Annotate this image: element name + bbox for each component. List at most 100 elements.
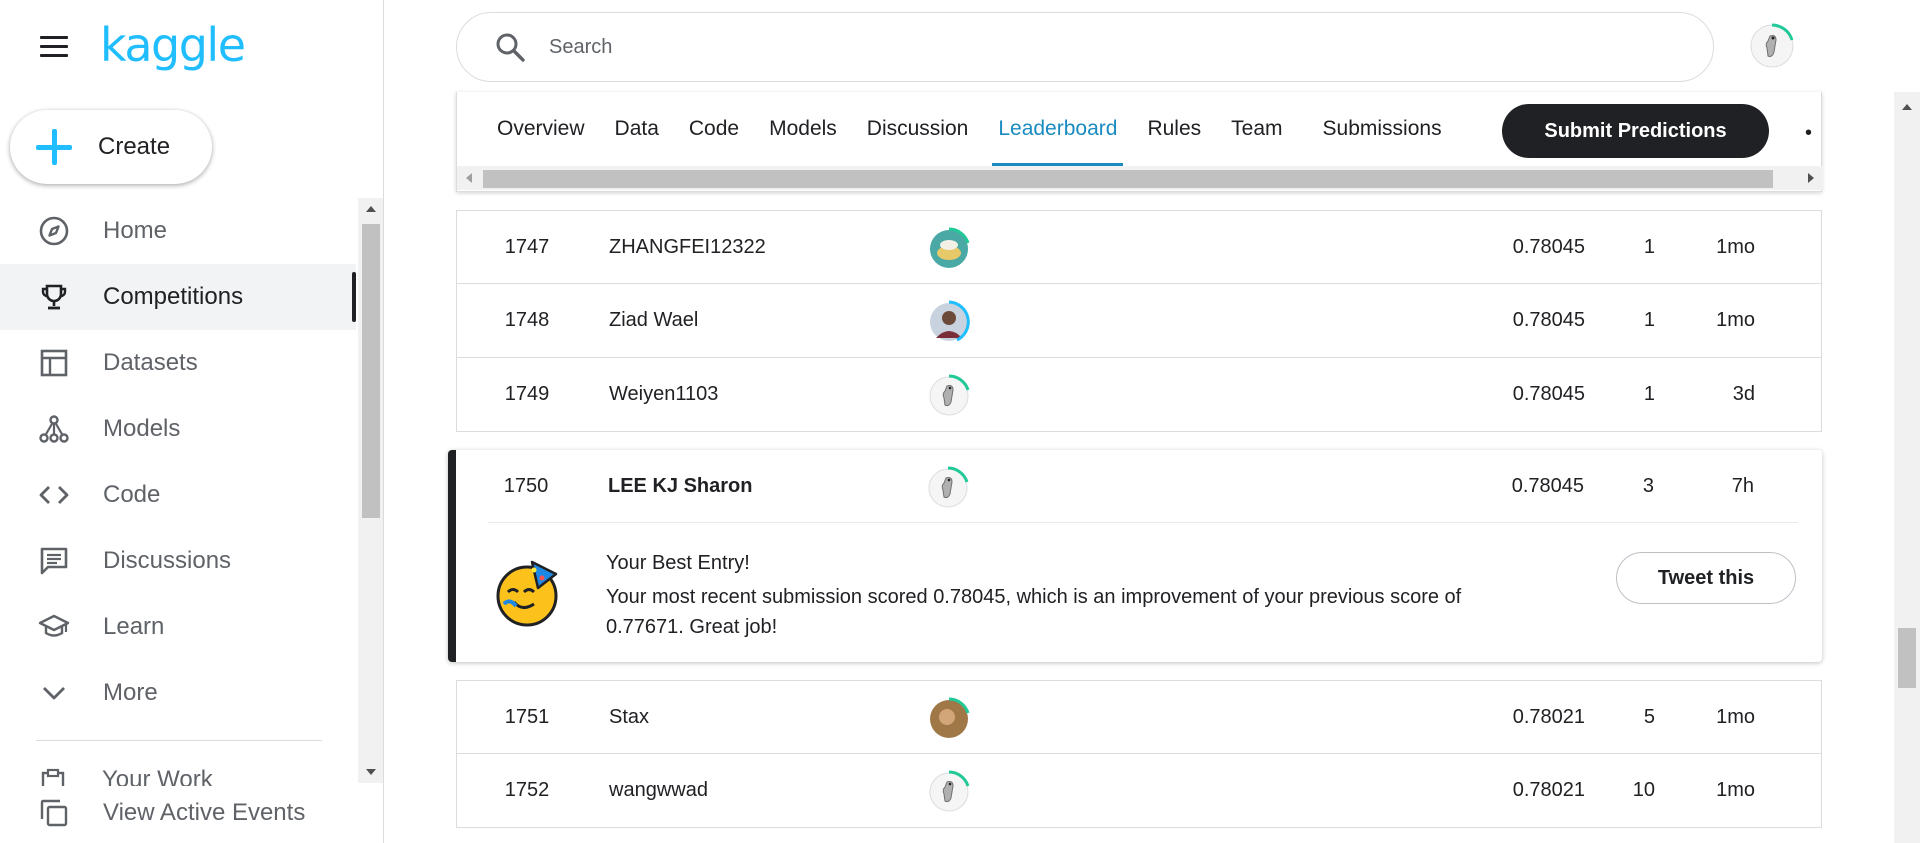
sidebar-item-label: More [103,679,158,706]
sidebar-item-datasets[interactable]: Datasets [0,330,356,396]
sidebar-item-competitions[interactable]: Competitions [0,264,356,330]
page-scrollbar[interactable] [1894,92,1920,843]
view-active-events-button[interactable]: View Active Events [0,790,383,836]
tab-data[interactable]: Data [615,92,659,166]
sidebar-item-label: Home [103,217,168,244]
best-entry-title: Your Best Entry! [606,552,750,574]
goose-avatar-icon[interactable] [927,770,971,814]
submit-predictions-button[interactable]: Submit Predictions [1502,104,1769,158]
table-row[interactable]: 1749 Weiyen1103 0.78045 1 3d [456,358,1822,432]
rank-cell: 1748 [504,309,550,331]
goose-avatar-icon[interactable] [926,466,970,510]
photo-avatar-icon[interactable] [927,300,971,344]
scroll-up-icon[interactable] [1902,104,1912,110]
school-icon [37,610,71,644]
leaderboard-table-continued: 1751 Stax 0.78021 5 1mo 1752 wangwwad 0.… [456,680,1822,828]
sidebar-item-discussions[interactable]: Discussions [0,528,356,594]
last-submission-cell: 1mo [1716,779,1755,801]
search-icon [493,30,527,64]
tab-team[interactable]: Team [1231,92,1282,166]
team-name-link[interactable]: ZHANGFEI12322 [609,236,766,259]
table-row[interactable]: 1748 Ziad Wael 0.78045 1 1mo [456,284,1822,358]
team-name-link[interactable]: LEE KJ Sharon [608,475,752,498]
score-cell: 0.78045 [1512,383,1585,405]
sidebar-divider [36,740,322,741]
tab-discussion[interactable]: Discussion [867,92,969,166]
team-name-link[interactable]: Weiyen1103 [609,383,718,406]
entries-cell: 1 [1643,309,1655,331]
more-tabs-icon[interactable]: • [1805,122,1812,145]
entries-cell: 10 [1632,779,1655,801]
table-row[interactable]: 1747 ZHANGFEI12322 0.78045 1 1mo [456,210,1822,284]
score-cell: 0.78021 [1512,705,1585,728]
tabs-horizontal-scrollbar[interactable] [457,166,1823,190]
tab-models[interactable]: Models [769,92,837,166]
plus-icon [34,127,74,167]
copy-icon [37,796,71,830]
sidebar-item-label: Datasets [103,349,198,376]
sidebar-item-models[interactable]: Models [0,396,356,462]
table-row-current-user[interactable]: 1750 LEE KJ Sharon 0.78045 3 7h [456,450,1822,522]
tab-rules[interactable]: Rules [1147,92,1201,166]
last-submission-cell: 1mo [1716,309,1755,331]
table-row[interactable]: 1751 Stax 0.78021 5 1mo [456,680,1822,754]
photo-avatar-icon[interactable] [927,697,971,741]
kaggle-logo[interactable]: kaggle [100,18,246,72]
scroll-left-icon[interactable] [466,173,472,183]
best-entry-message: Your most recent submission scored 0.780… [606,586,1462,638]
score-cell: 0.78045 [1512,309,1585,331]
entries-cell: 1 [1643,383,1655,405]
photo-avatar-icon[interactable] [927,227,971,271]
sidebar-item-label: Discussions [103,547,232,574]
sidebar-scrollbar[interactable] [358,198,383,783]
comment-icon [37,544,71,578]
create-button[interactable]: Create [10,110,212,184]
sidebar: kaggle Create Home Competitions Datasets [0,0,384,843]
goose-avatar-icon[interactable] [927,374,971,418]
menu-icon[interactable] [40,36,68,58]
table-icon [37,346,71,380]
tweet-this-button[interactable]: Tweet this [1616,552,1796,604]
score-cell: 0.78045 [1512,235,1585,258]
view-active-events-label: View Active Events [103,799,306,826]
sidebar-item-label: Your Work [102,766,213,786]
scroll-up-icon[interactable] [366,206,376,212]
sidebar-nav: Home Competitions Datasets Models Code D… [0,198,356,726]
sidebar-item-learn[interactable]: Learn [0,594,356,660]
scroll-right-icon[interactable] [1808,173,1814,183]
search-bar[interactable] [456,12,1714,82]
entries-cell: 3 [1642,474,1654,497]
sidebar-item-label: Competitions [103,283,244,310]
search-input[interactable] [549,35,1649,59]
tab-submissions[interactable]: Submissions [1323,92,1442,166]
score-cell: 0.78021 [1512,779,1585,801]
sidebar-item-label: Learn [103,613,165,640]
user-avatar-icon[interactable] [1748,22,1796,70]
team-name-link[interactable]: Ziad Wael [609,309,698,332]
trophy-icon [37,280,71,314]
rank-cell: 1747 [504,235,550,258]
sidebar-item-your-work[interactable]: Your Work [36,766,213,786]
entries-cell: 5 [1643,705,1655,728]
scroll-down-icon[interactable] [366,769,376,775]
team-name-link[interactable]: wangwwad [609,779,708,802]
clipboard-icon [36,766,70,786]
entries-cell: 1 [1643,235,1655,258]
scrollbar-thumb[interactable] [1898,628,1916,688]
chevron-down-icon [37,676,71,710]
tab-overview[interactable]: Overview [497,92,585,166]
scrollbar-thumb[interactable] [362,224,380,518]
rank-cell: 1749 [504,383,550,405]
scrollbar-thumb[interactable] [483,170,1773,188]
main-content: Overview Data Code Models Discussion Lea… [448,92,1823,843]
rank-cell: 1751 [504,705,550,728]
sidebar-item-home[interactable]: Home [0,198,356,264]
tab-code[interactable]: Code [689,92,739,166]
table-row[interactable]: 1752 wangwwad 0.78021 10 1mo [456,754,1822,828]
sidebar-item-code[interactable]: Code [0,462,356,528]
team-name-link[interactable]: Stax [609,706,649,729]
sidebar-item-label: Code [103,481,161,508]
sidebar-item-more[interactable]: More [0,660,356,726]
leaderboard-table: 1747 ZHANGFEI12322 0.78045 1 1mo 1748 Zi… [456,210,1822,432]
tab-leaderboard[interactable]: Leaderboard [992,92,1124,166]
